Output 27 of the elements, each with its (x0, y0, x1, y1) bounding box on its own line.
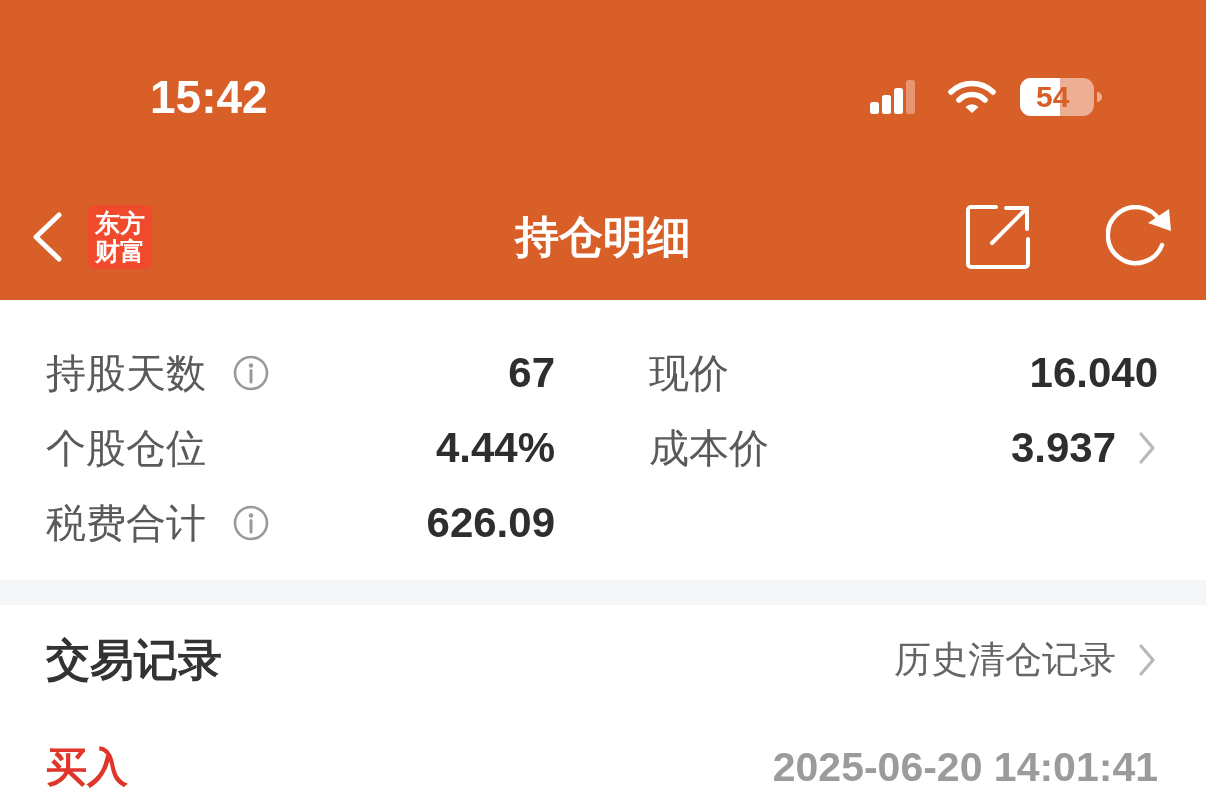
page-title: 持仓明细 (515, 211, 691, 263)
section-title: 交易记录 (46, 634, 222, 686)
field-label: 税费合计 (46, 499, 206, 547)
field-label: 持股天数 (46, 349, 206, 397)
trade-time: 2025-06-20 14:01:41 (772, 743, 1158, 791)
info-icon[interactable] (233, 504, 269, 541)
history-records-link[interactable]: 历史清仓记录 (894, 636, 1156, 684)
app-logo: 东方 财富 (88, 205, 152, 269)
field-value: 67 (508, 347, 555, 398)
wifi-icon (948, 80, 996, 114)
battery-percentage: 54 (1036, 80, 1070, 114)
field-value: 4.44% (435, 422, 555, 473)
field-value: 16.040 (1029, 347, 1158, 398)
share-icon[interactable] (966, 205, 1030, 269)
trade-type: 买入 (46, 743, 128, 791)
battery-icon (1020, 78, 1102, 116)
back-icon[interactable] (32, 212, 62, 262)
chevron-right-icon[interactable] (1138, 430, 1156, 465)
field-value: 3.937 (1010, 422, 1116, 473)
signal-icon (870, 80, 916, 114)
info-icon[interactable] (233, 354, 269, 391)
field-label: 现价 (649, 349, 729, 397)
field-label: 成本价 (649, 424, 769, 472)
status-time: 15:42 (150, 70, 268, 125)
chevron-right-icon (1138, 643, 1156, 677)
field-label: 个股仓位 (46, 424, 206, 472)
field-value: 626.09 (426, 497, 555, 548)
